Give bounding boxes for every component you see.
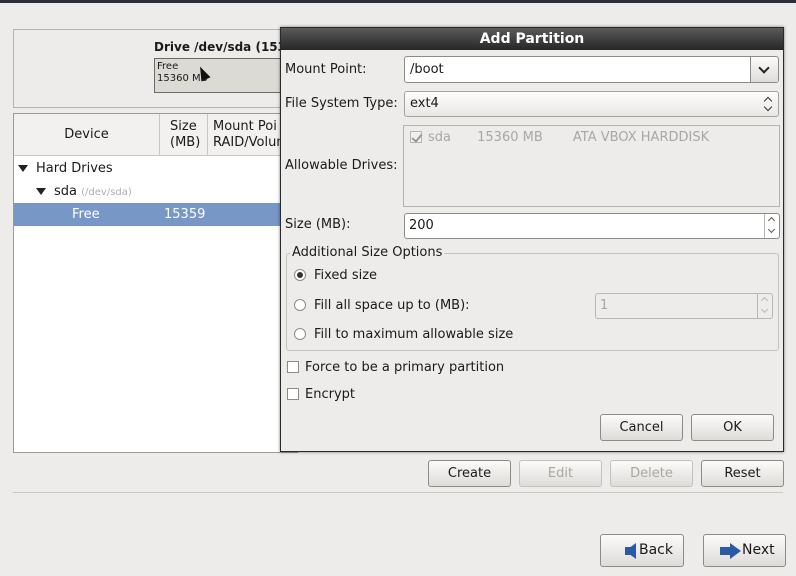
drive-overview-panel: Drive /dev/sda (153 Free 15360 MB bbox=[13, 29, 298, 108]
reset-button[interactable]: Reset bbox=[701, 460, 784, 487]
mount-point-dropdown-button[interactable] bbox=[750, 57, 778, 82]
expander-triangle-icon[interactable] bbox=[36, 188, 46, 195]
device-tree: Device Size (MB) Mount Poi RAID/Volun Ha… bbox=[13, 113, 298, 453]
spin-up-icon[interactable] bbox=[760, 296, 769, 305]
next-arrow-icon bbox=[720, 543, 741, 559]
column-device[interactable]: Device bbox=[14, 114, 160, 156]
encrypt-checkbox-row[interactable]: Encrypt bbox=[287, 387, 355, 402]
option-fill-upto-label: Fill all space up to (MB): bbox=[314, 298, 470, 313]
size-value: 200 bbox=[409, 218, 434, 233]
column-size-line2: (MB) bbox=[170, 135, 201, 150]
spin-up-icon[interactable] bbox=[767, 216, 776, 225]
select-arrows-icon bbox=[763, 96, 773, 112]
force-primary-checkbox[interactable] bbox=[287, 361, 299, 373]
drive-size: 15360 MB bbox=[477, 130, 543, 145]
force-primary-label: Force to be a primary partition bbox=[305, 360, 505, 375]
drive-title: Drive /dev/sda (153 bbox=[154, 40, 286, 54]
tree-header: Device Size (MB) Mount Poi RAID/Volun bbox=[14, 114, 297, 156]
option-fixed-size[interactable]: Fixed size bbox=[294, 268, 377, 283]
encrypt-label: Encrypt bbox=[305, 387, 355, 402]
drive-checkbox[interactable] bbox=[410, 131, 422, 143]
mount-point-value: /boot bbox=[410, 62, 444, 77]
mount-point-combo[interactable]: /boot bbox=[404, 56, 779, 83]
encrypt-checkbox[interactable] bbox=[287, 388, 299, 400]
tree-item-sda[interactable]: sda (/dev/sda) bbox=[14, 180, 297, 203]
chevron-down-icon bbox=[758, 62, 770, 74]
back-arrow-icon bbox=[625, 543, 636, 559]
add-partition-dialog: Add Partition Mount Point: /boot File Sy… bbox=[280, 27, 784, 452]
fill-upto-spin-buttons[interactable] bbox=[757, 294, 772, 318]
size-label: Size (MB): bbox=[285, 217, 351, 232]
fs-type-value: ext4 bbox=[410, 96, 439, 111]
edit-button[interactable]: Edit bbox=[519, 460, 602, 487]
drive-segment-size: 15360 MB bbox=[157, 73, 208, 84]
tree-free-device: Free bbox=[72, 207, 100, 222]
dialog-title[interactable]: Add Partition bbox=[281, 28, 783, 50]
fs-type-label: File System Type: bbox=[285, 96, 398, 111]
next-button[interactable]: Next bbox=[703, 534, 786, 567]
tree-label: sda bbox=[54, 184, 77, 199]
mount-point-label: Mount Point: bbox=[285, 62, 367, 77]
option-fixed-label: Fixed size bbox=[314, 268, 378, 283]
tree-item-free[interactable]: Free 15359 bbox=[14, 203, 297, 226]
spin-down-icon[interactable] bbox=[767, 225, 776, 234]
drive-segment-label: Free bbox=[157, 61, 179, 72]
size-options-legend: Additional Size Options bbox=[290, 245, 445, 260]
radio-fill-up-to[interactable] bbox=[294, 299, 306, 311]
next-label: Next bbox=[742, 542, 775, 558]
expander-triangle-icon[interactable] bbox=[18, 165, 28, 172]
radio-fill-max[interactable] bbox=[294, 328, 306, 340]
allowable-drives-label: Allowable Drives: bbox=[285, 158, 398, 173]
option-fill-max[interactable]: Fill to maximum allowable size bbox=[294, 327, 513, 342]
column-size[interactable]: Size (MB) bbox=[160, 114, 208, 156]
size-spin-buttons[interactable] bbox=[764, 214, 779, 238]
drive-model: ATA VBOX HARDDISK bbox=[572, 130, 710, 145]
top-edge bbox=[0, 0, 796, 3]
back-label: Back bbox=[639, 542, 673, 558]
ok-button[interactable]: OK bbox=[691, 414, 774, 441]
option-fill-up-to[interactable]: Fill all space up to (MB): bbox=[294, 298, 470, 313]
additional-size-options-frame: Additional Size Options Fixed size Fill … bbox=[286, 245, 779, 351]
delete-button[interactable]: Delete bbox=[610, 460, 693, 487]
drive-free-segment[interactable]: Free 15360 MB bbox=[154, 58, 294, 93]
force-primary-checkbox-row[interactable]: Force to be a primary partition bbox=[287, 360, 504, 375]
drive-row-sda[interactable]: sda 15360 MB ATA VBOX HARDDISK bbox=[410, 130, 709, 145]
size-spinbox[interactable]: 200 bbox=[404, 213, 780, 239]
tree-sublabel: (/dev/sda) bbox=[81, 187, 132, 198]
tree-label: Hard Drives bbox=[36, 161, 113, 176]
option-fill-max-label: Fill to maximum allowable size bbox=[314, 327, 514, 342]
back-button[interactable]: Back bbox=[600, 534, 684, 567]
tree-free-size: 15359 bbox=[164, 207, 206, 222]
fs-type-select[interactable]: ext4 bbox=[404, 91, 779, 117]
column-size-line1: Size bbox=[170, 119, 197, 134]
create-button[interactable]: Create bbox=[428, 460, 511, 487]
fill-upto-value: 1 bbox=[600, 298, 609, 313]
drive-name: sda bbox=[428, 130, 451, 145]
cancel-button[interactable]: Cancel bbox=[600, 414, 683, 441]
spin-down-icon[interactable] bbox=[760, 305, 769, 314]
allowable-drives-list: sda 15360 MB ATA VBOX HARDDISK bbox=[403, 125, 780, 207]
fill-upto-spinbox[interactable]: 1 bbox=[595, 293, 773, 319]
separator bbox=[13, 492, 783, 493]
radio-fixed-size[interactable] bbox=[294, 269, 306, 281]
tree-item-hard-drives[interactable]: Hard Drives bbox=[14, 157, 297, 180]
